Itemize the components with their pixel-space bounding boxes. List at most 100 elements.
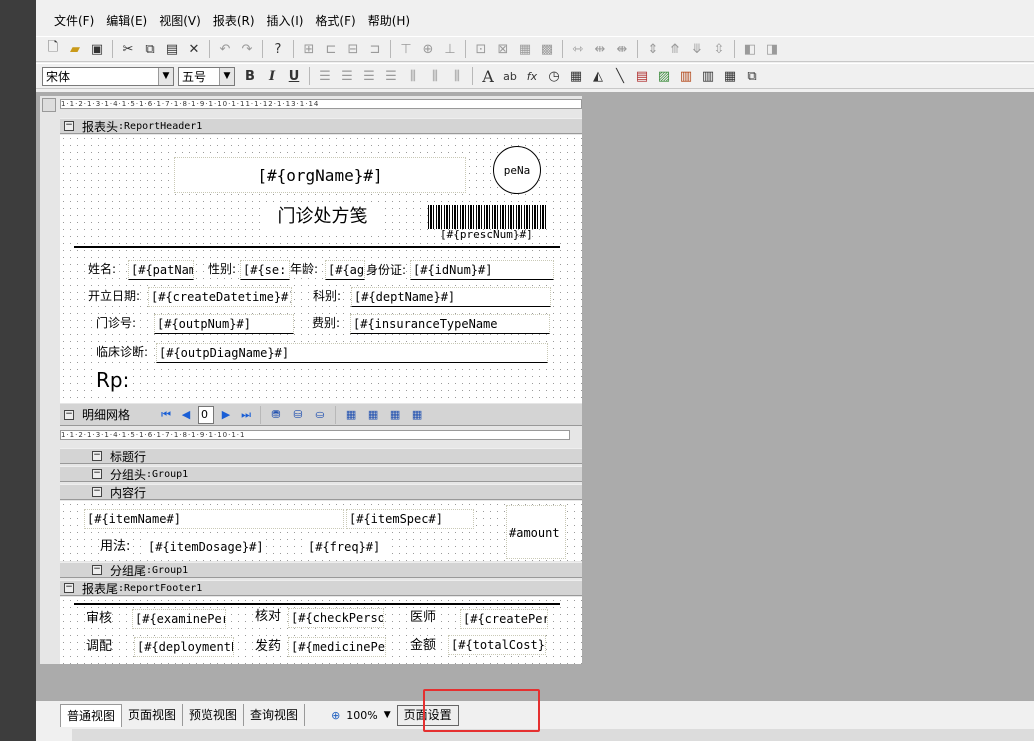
vspace-remove-icon[interactable]: ⇳: [708, 39, 730, 59]
check-person-field[interactable]: [#{checkPerson: [288, 608, 384, 628]
valign-middle-icon[interactable]: ⫼: [424, 66, 446, 86]
freq-field[interactable]: [#{freq}#]: [306, 538, 386, 558]
chevron-down-icon[interactable]: ▼: [384, 710, 391, 720]
band-report-header[interactable]: − 报表头 :ReportHeader1: [60, 118, 582, 134]
align-left-icon[interactable]: ⊏: [320, 39, 342, 59]
italic-button[interactable]: I: [261, 66, 283, 86]
line-icon[interactable]: ╲: [609, 66, 631, 86]
collapse-icon[interactable]: −: [92, 469, 102, 479]
tab-normal-view[interactable]: 普通视图: [60, 703, 123, 727]
align-bottom-icon[interactable]: ⊥: [439, 39, 461, 59]
create-person-field[interactable]: [#{createPer: [460, 609, 548, 629]
calculator-icon[interactable]: ▦: [565, 66, 587, 86]
item-dosage-field[interactable]: [#{itemDosage}#]: [146, 538, 266, 558]
prev-page-icon[interactable]: ◀: [176, 406, 196, 424]
image-icon[interactable]: ▨: [653, 66, 675, 86]
delete-icon[interactable]: ✕: [183, 39, 205, 59]
table-icon[interactable]: ▦: [719, 66, 741, 86]
create-datetime-field[interactable]: [#{createDatetime}#]: [148, 287, 292, 307]
shape-icon[interactable]: ◭: [587, 66, 609, 86]
band-group-header[interactable]: − 分组头 :Group1: [60, 466, 582, 482]
first-page-icon[interactable]: ⏮: [156, 406, 176, 424]
collapse-icon[interactable]: −: [64, 409, 74, 420]
hspace-equal-icon[interactable]: ⇿: [567, 39, 589, 59]
text-align-center-icon[interactable]: ☰: [336, 66, 358, 86]
tab-preview-view[interactable]: 预览视图: [183, 704, 245, 726]
align-top-icon[interactable]: ⊤: [395, 39, 417, 59]
paste-icon[interactable]: ▤: [161, 39, 183, 59]
size-to-grid-icon[interactable]: ▩: [536, 39, 558, 59]
send-back-icon[interactable]: ◨: [761, 39, 783, 59]
undo-icon[interactable]: ↶: [214, 39, 236, 59]
total-cost-field[interactable]: [#{totalCost}#: [448, 635, 546, 655]
hspace-increase-icon[interactable]: ⇹: [589, 39, 611, 59]
collapse-icon[interactable]: −: [64, 121, 74, 131]
open-folder-icon[interactable]: ▰: [64, 39, 86, 59]
redo-icon[interactable]: ↷: [236, 39, 258, 59]
text-box-icon[interactable]: ab: [499, 66, 521, 86]
chevron-down-icon[interactable]: ▼: [158, 67, 173, 85]
chart-icon[interactable]: ▥: [675, 66, 697, 86]
item-spec-field[interactable]: [#{itemSpec#]: [346, 509, 474, 529]
next-page-icon[interactable]: ▶: [216, 406, 236, 424]
sql-icon[interactable]: ⛃: [265, 406, 287, 424]
vspace-decrease-icon[interactable]: ⤋: [686, 39, 708, 59]
cut-icon[interactable]: ✂: [117, 39, 139, 59]
menu-insert[interactable]: 插入(I): [261, 8, 310, 34]
outp-num-field[interactable]: [#{outpNum}#]: [154, 314, 294, 334]
bold-button[interactable]: B: [239, 66, 261, 86]
menu-report[interactable]: 报表(R): [207, 8, 261, 34]
clock-icon[interactable]: ◷: [543, 66, 565, 86]
last-page-icon[interactable]: ⏭: [236, 406, 256, 424]
menu-help[interactable]: 帮助(H): [362, 8, 416, 34]
font-family-select[interactable]: 宋体 ▼: [42, 66, 174, 86]
org-name-field[interactable]: [#{orgName}#]: [174, 157, 466, 193]
vspace-increase-icon[interactable]: ⤊: [664, 39, 686, 59]
help-icon[interactable]: ?: [267, 39, 289, 59]
collapse-icon[interactable]: −: [92, 565, 102, 575]
vspace-equal-icon[interactable]: ⇕: [642, 39, 664, 59]
tab-page-view[interactable]: 页面视图: [122, 704, 184, 726]
zoom-control[interactable]: ⊕ 100% ▼: [331, 709, 391, 722]
chevron-down-icon[interactable]: ▼: [219, 67, 234, 85]
underline-button[interactable]: U: [283, 66, 305, 86]
rich-text-icon[interactable]: ▤: [631, 66, 653, 86]
text-justify-icon[interactable]: ☰: [380, 66, 402, 86]
presc-num-field[interactable]: [#{prescNum}#]: [438, 227, 538, 243]
subreport-icon[interactable]: ⧉: [741, 66, 763, 86]
band-title-row[interactable]: − 标题行: [60, 448, 582, 464]
align-middle-icon[interactable]: ⊕: [417, 39, 439, 59]
valign-top-icon[interactable]: ⫼: [402, 66, 424, 86]
item-name-field[interactable]: [#{itemName#]: [84, 509, 344, 529]
grid-icon[interactable]: ▦: [340, 406, 362, 424]
bring-front-icon[interactable]: ◧: [739, 39, 761, 59]
id-number-field[interactable]: [#{idNum}#]: [410, 260, 554, 280]
save-icon[interactable]: ▣: [86, 39, 108, 59]
image-placeholder-circle[interactable]: peNa: [493, 146, 541, 194]
medicine-person-field[interactable]: [#{medicinePer: [288, 637, 386, 657]
menu-format[interactable]: 格式(F): [309, 8, 361, 34]
menu-edit[interactable]: 编辑(E): [100, 8, 153, 34]
band-group-footer[interactable]: − 分组尾 :Group1: [60, 562, 582, 578]
examine-person-field[interactable]: [#{examinePers: [132, 609, 226, 629]
same-size-icon[interactable]: ▦: [514, 39, 536, 59]
sex-field[interactable]: [#{se:: [240, 260, 290, 280]
same-width-icon[interactable]: ⊡: [470, 39, 492, 59]
font-size-select[interactable]: 五号 ▼: [178, 66, 235, 86]
align-grid-icon[interactable]: ⊞: [298, 39, 320, 59]
deployment-person-field[interactable]: [#{deploymentP: [134, 637, 234, 657]
field-icon[interactable]: ⛁: [287, 406, 309, 424]
page-number-input[interactable]: 0: [198, 405, 215, 424]
band-report-footer[interactable]: − 报表尾 :ReportFooter1: [60, 580, 582, 596]
collapse-icon[interactable]: −: [92, 487, 102, 497]
barcode[interactable]: [428, 205, 548, 229]
grid-table-icon[interactable]: ▦: [406, 406, 428, 424]
text-align-left-icon[interactable]: ☰: [314, 66, 336, 86]
grid-row-icon[interactable]: ▦: [384, 406, 406, 424]
barcode-icon[interactable]: ▥: [697, 66, 719, 86]
column-icon[interactable]: ⛀: [309, 406, 331, 424]
align-center-icon[interactable]: ⊟: [342, 39, 364, 59]
align-right-icon[interactable]: ⊐: [364, 39, 386, 59]
patient-name-field[interactable]: [#{patName: [128, 260, 194, 280]
age-field[interactable]: [#{ag: [325, 260, 365, 280]
